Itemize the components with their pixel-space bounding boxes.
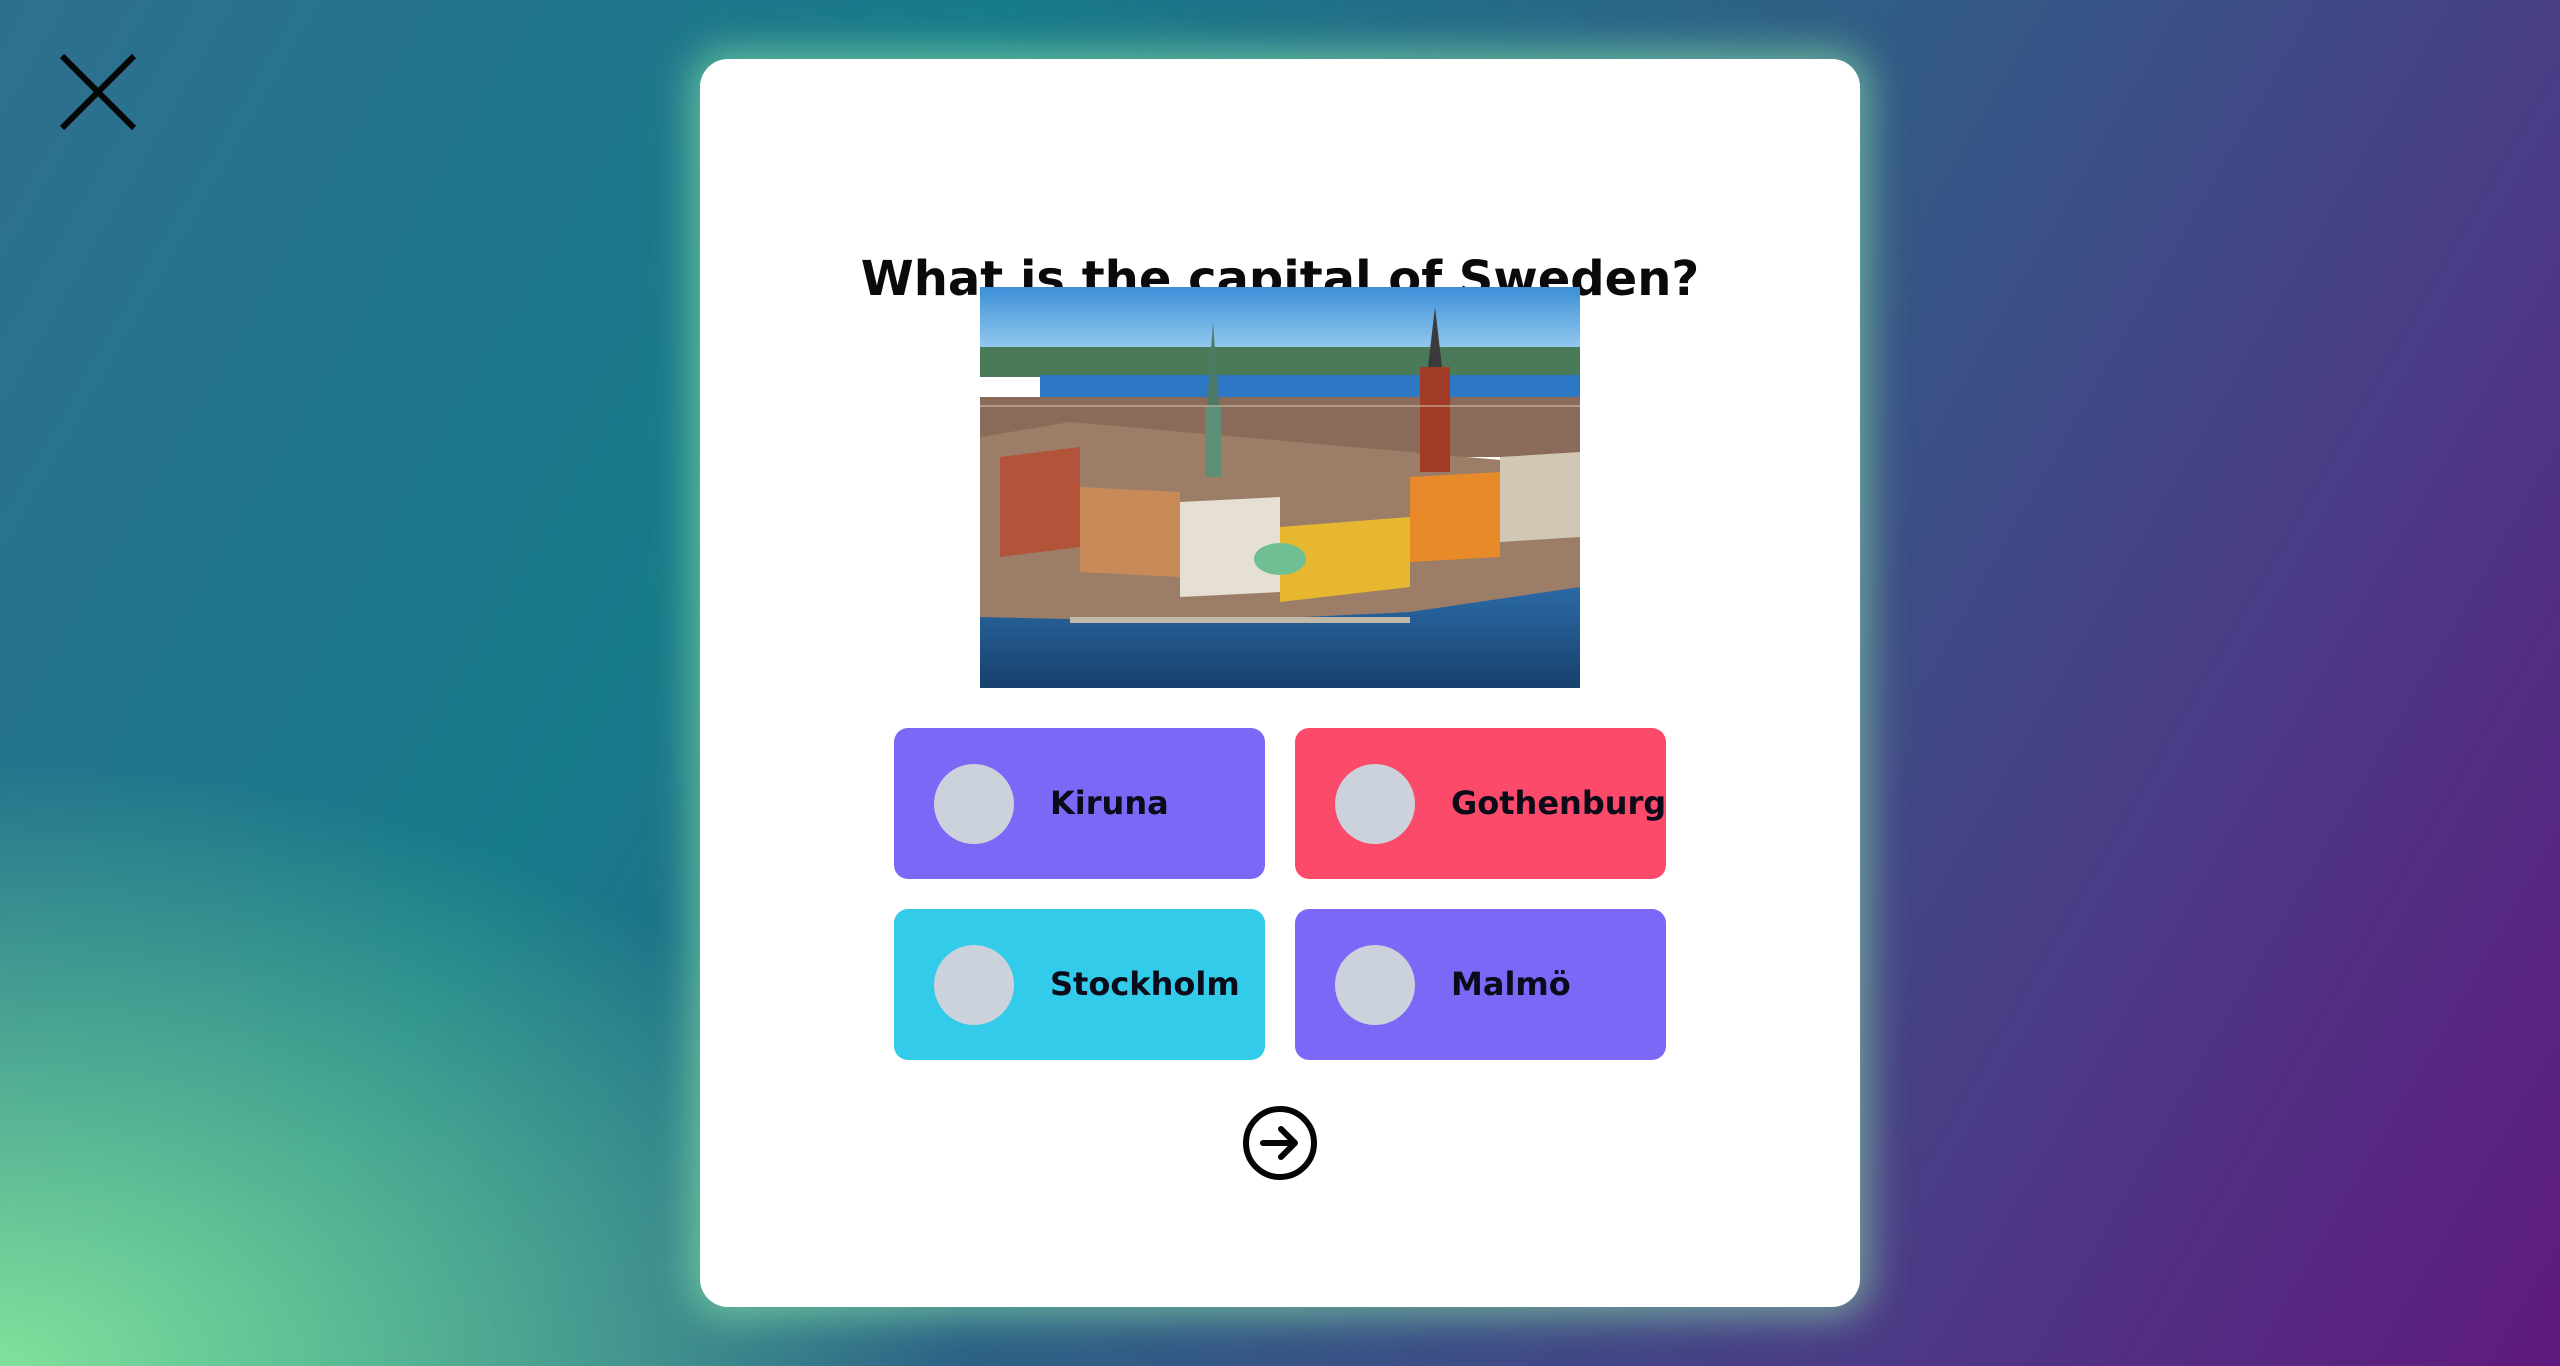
next-button[interactable] — [1241, 1104, 1319, 1182]
arrow-right-circle-icon — [1243, 1106, 1317, 1180]
answer-option-kiruna[interactable]: Kiruna — [894, 728, 1265, 879]
answer-label: Gothenburg — [1451, 784, 1667, 822]
close-button[interactable] — [58, 52, 138, 132]
answer-radio[interactable] — [934, 764, 1014, 844]
answer-radio[interactable] — [934, 945, 1014, 1025]
answer-option-stockholm[interactable]: Stockholm — [894, 909, 1265, 1060]
answer-label: Malmö — [1451, 965, 1571, 1003]
answer-label: Kiruna — [1050, 784, 1169, 822]
answer-option-gothenburg[interactable]: Gothenburg — [1295, 728, 1666, 879]
close-icon — [59, 53, 137, 131]
answer-radio[interactable] — [1335, 945, 1415, 1025]
answer-option-malmo[interactable]: Malmö — [1295, 909, 1666, 1060]
quiz-card: What is the capital of Sweden? Kiruna Go… — [700, 59, 1860, 1307]
answer-radio[interactable] — [1335, 764, 1415, 844]
answer-label: Stockholm — [1050, 965, 1240, 1003]
question-image — [980, 287, 1580, 688]
